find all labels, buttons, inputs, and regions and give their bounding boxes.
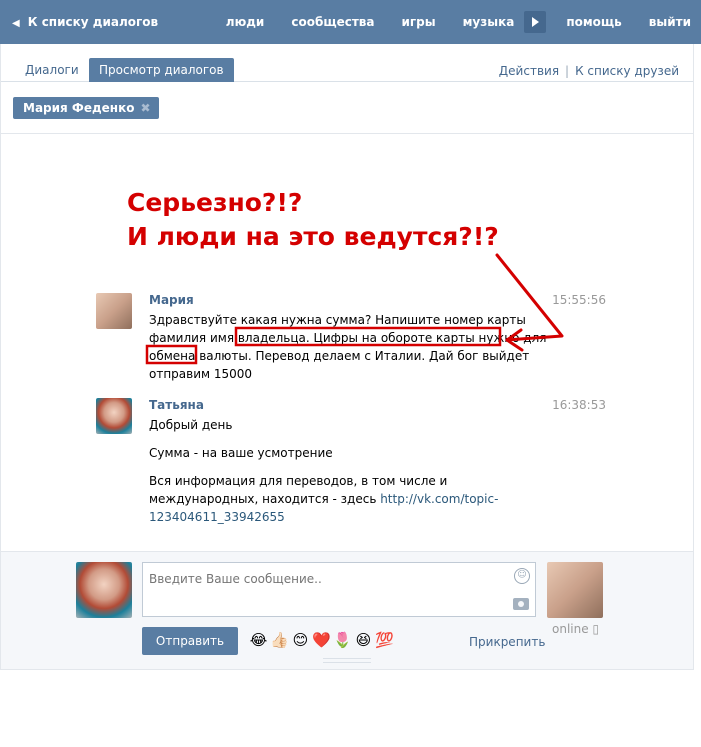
recipient-name: Мария Феденко [23,101,135,115]
top-bar: ◀ К списку диалогов люди сообщества игры … [0,0,701,44]
camera-icon[interactable] [513,598,529,610]
message-input[interactable] [149,567,489,591]
smile-icon[interactable]: ☺ [514,568,530,584]
nav-communities[interactable]: сообщества [291,15,374,29]
tab-dialogs[interactable]: Диалоги [15,58,89,82]
recipient-row: Мария Феденко ✖ [1,83,693,134]
back-to-dialogs-link[interactable]: ◀ К списку диалогов [12,0,158,44]
sender-name[interactable]: Мария [149,293,194,307]
emoji-smile-icon[interactable]: 😊 [290,630,311,650]
message-paragraph: Добрый день [149,418,233,432]
emoji-heart-icon[interactable]: ❤️ [311,630,332,650]
nav-music[interactable]: музыка [463,15,515,29]
tab-view-dialogs[interactable]: Просмотр диалогов [89,58,234,82]
nav-logout[interactable]: выйти [649,15,691,29]
emoji-thumbs-up-icon[interactable]: 👍🏻 [269,630,290,650]
avatar[interactable] [96,293,132,329]
avatar[interactable] [96,398,132,434]
resize-handle[interactable] [323,658,371,663]
back-label: К списку диалогов [27,15,159,29]
emoji-laugh-icon[interactable]: 😂 [248,630,269,650]
attach-link[interactable]: Прикрепить [469,635,545,649]
sender-name[interactable]: Татьяна [149,398,204,412]
message-item: Мария 15:55:56 Здравствуйте какая нужна … [96,293,606,383]
send-button[interactable]: Отправить [142,627,238,655]
message-box: ☺ [142,562,536,617]
annotation-line: И люди на это ведутся?!? [127,222,499,251]
my-avatar[interactable] [76,562,132,618]
tab-bar: Диалоги Просмотр диалогов Действия | К спи… [1,44,693,82]
message-item: Татьяна 16:38:53 Добрый день Сумма - на … [96,398,606,524]
message-paragraph: Здравствуйте какая нужна сумма? Напишите… [149,313,547,381]
message-time: 15:55:56 [552,293,606,307]
emoji-tulip-icon[interactable]: 🌷 [332,630,353,650]
play-icon[interactable] [524,11,547,33]
chevron-left-icon: ◀ [12,18,20,29]
annotation-line: Серьезно?!? [127,188,303,217]
emoji-grin-icon[interactable]: 😆 [353,630,374,650]
nav-games[interactable]: игры [402,15,436,29]
message-text: Добрый день Сумма - на ваше усмотрение В… [149,416,549,536]
phone-icon: ▯ [592,622,600,636]
online-label: online [552,622,589,636]
top-nav: люди сообщества игры музыка помощь выйти [199,0,691,44]
recipient-chip[interactable]: Мария Феденко ✖ [13,97,159,119]
emoji-bar: 😂 👍🏻 😊 ❤️ 🌷 😆 💯 [248,630,395,650]
nav-people[interactable]: люди [226,15,265,29]
nav-help[interactable]: помощь [566,15,621,29]
message-paragraph: Вся информация для переводов, в том числ… [149,472,549,526]
message-time: 16:38:53 [552,398,606,412]
message-text: Здравствуйте какая нужна сумма? Напишите… [149,311,549,393]
composer: ☺ online ▯ Отправить 😂 👍🏻 😊 ❤️ 🌷 😆 💯 При… [1,551,693,669]
emoji-hundred-icon[interactable]: 💯 [374,630,395,650]
friends-list-link[interactable]: К списку друзей [575,64,679,78]
tab-actions: Действия | К списку друзей [499,64,679,78]
annotation-text: Серьезно?!? И люди на это ведутся?!? [127,186,499,254]
message-paragraph: Сумма - на ваше усмотрение [149,446,333,460]
actions-link[interactable]: Действия [499,64,559,78]
separator: | [565,64,570,78]
close-icon[interactable]: ✖ [140,101,150,115]
online-status: online ▯ [552,622,599,636]
peer-avatar[interactable] [547,562,603,618]
